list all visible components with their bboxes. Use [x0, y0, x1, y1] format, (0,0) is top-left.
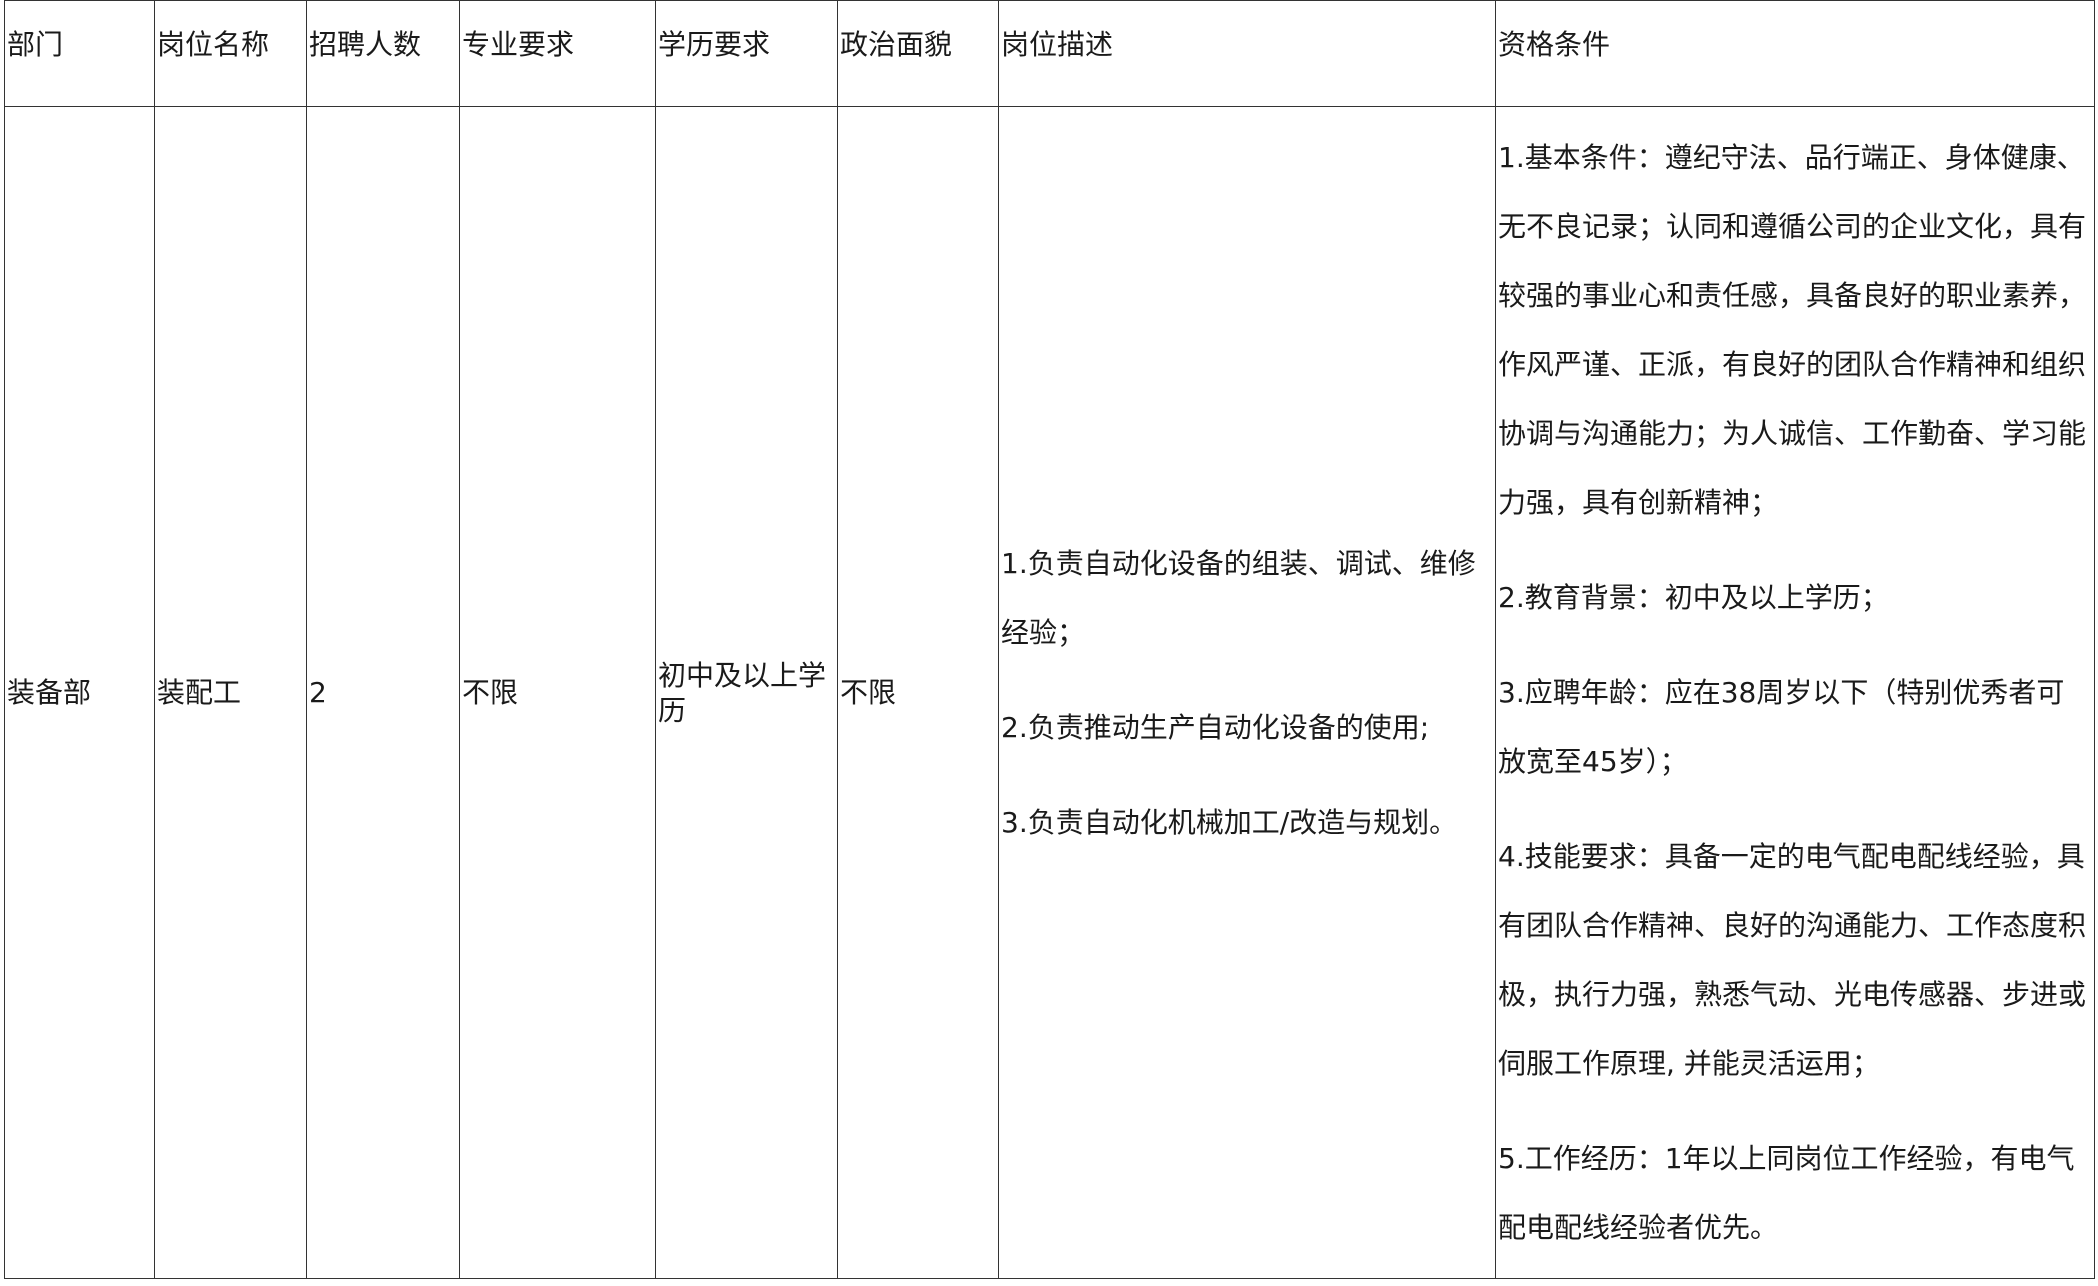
header-position-name: 岗位名称	[154, 0, 307, 107]
header-job-description: 岗位描述	[998, 0, 1496, 107]
cell-position-name: 装配工	[154, 106, 307, 1279]
qualification-item: 3.应聘年龄：应在38周岁以下（特别优秀者可放宽至45岁）；	[1498, 676, 2065, 778]
qualification-item: 1.基本条件：遵纪守法、品行端正、身体健康、无不良记录；认同和遵循公司的企业文化…	[1498, 141, 2087, 519]
header-education-requirement: 学历要求	[655, 0, 838, 107]
description-item: 1.负责自动化设备的组装、调试、维修经验；	[1001, 546, 1476, 649]
cell-education-requirement: 初中及以上学历	[655, 106, 838, 1279]
recruitment-table: 部门 岗位名称 招聘人数 专业要求 学历要求 政治面貌 岗位描述 资格条件 装备…	[4, 0, 2095, 1279]
cell-major-requirement: 不限	[459, 106, 656, 1279]
recruitment-sheet: 部门 岗位名称 招聘人数 专业要求 学历要求 政治面貌 岗位描述 资格条件 装备…	[4, 0, 2095, 1279]
header-row: 部门 岗位名称 招聘人数 专业要求 学历要求 政治面貌 岗位描述 资格条件	[4, 0, 2095, 107]
qualification-item: 5.工作经历：1年以上同岗位工作经验，有电气配电配线经验者优先。	[1498, 1142, 2075, 1244]
description-item: 2.负责推动生产自动化设备的使用;	[1001, 710, 1430, 744]
header-qualifications: 资格条件	[1495, 0, 2095, 107]
header-hiring-count: 招聘人数	[306, 0, 460, 107]
cell-job-description: 1.负责自动化设备的组装、调试、维修经验； 2.负责推动生产自动化设备的使用; …	[998, 106, 1496, 1279]
cell-political-status: 不限	[837, 106, 999, 1279]
description-item: 3.负责自动化机械加工/改造与规划。	[1001, 805, 1458, 839]
header-major-requirement: 专业要求	[459, 0, 656, 107]
cell-department: 装备部	[4, 106, 155, 1279]
header-political-status: 政治面貌	[837, 0, 999, 107]
cell-hiring-count: 2	[306, 106, 460, 1279]
cell-qualifications: 1.基本条件：遵纪守法、品行端正、身体健康、无不良记录；认同和遵循公司的企业文化…	[1495, 106, 2095, 1279]
header-department: 部门	[4, 0, 155, 107]
qualification-item: 4.技能要求：具备一定的电气配电配线经验，具有团队合作精神、良好的沟通能力、工作…	[1498, 840, 2087, 1080]
table-row: 装备部 装配工 2 不限 初中及以上学历 不限 1.负责自动化设备的组装、调试、…	[4, 106, 2095, 1279]
qualification-item: 2.教育背景：初中及以上学历；	[1498, 581, 1889, 614]
